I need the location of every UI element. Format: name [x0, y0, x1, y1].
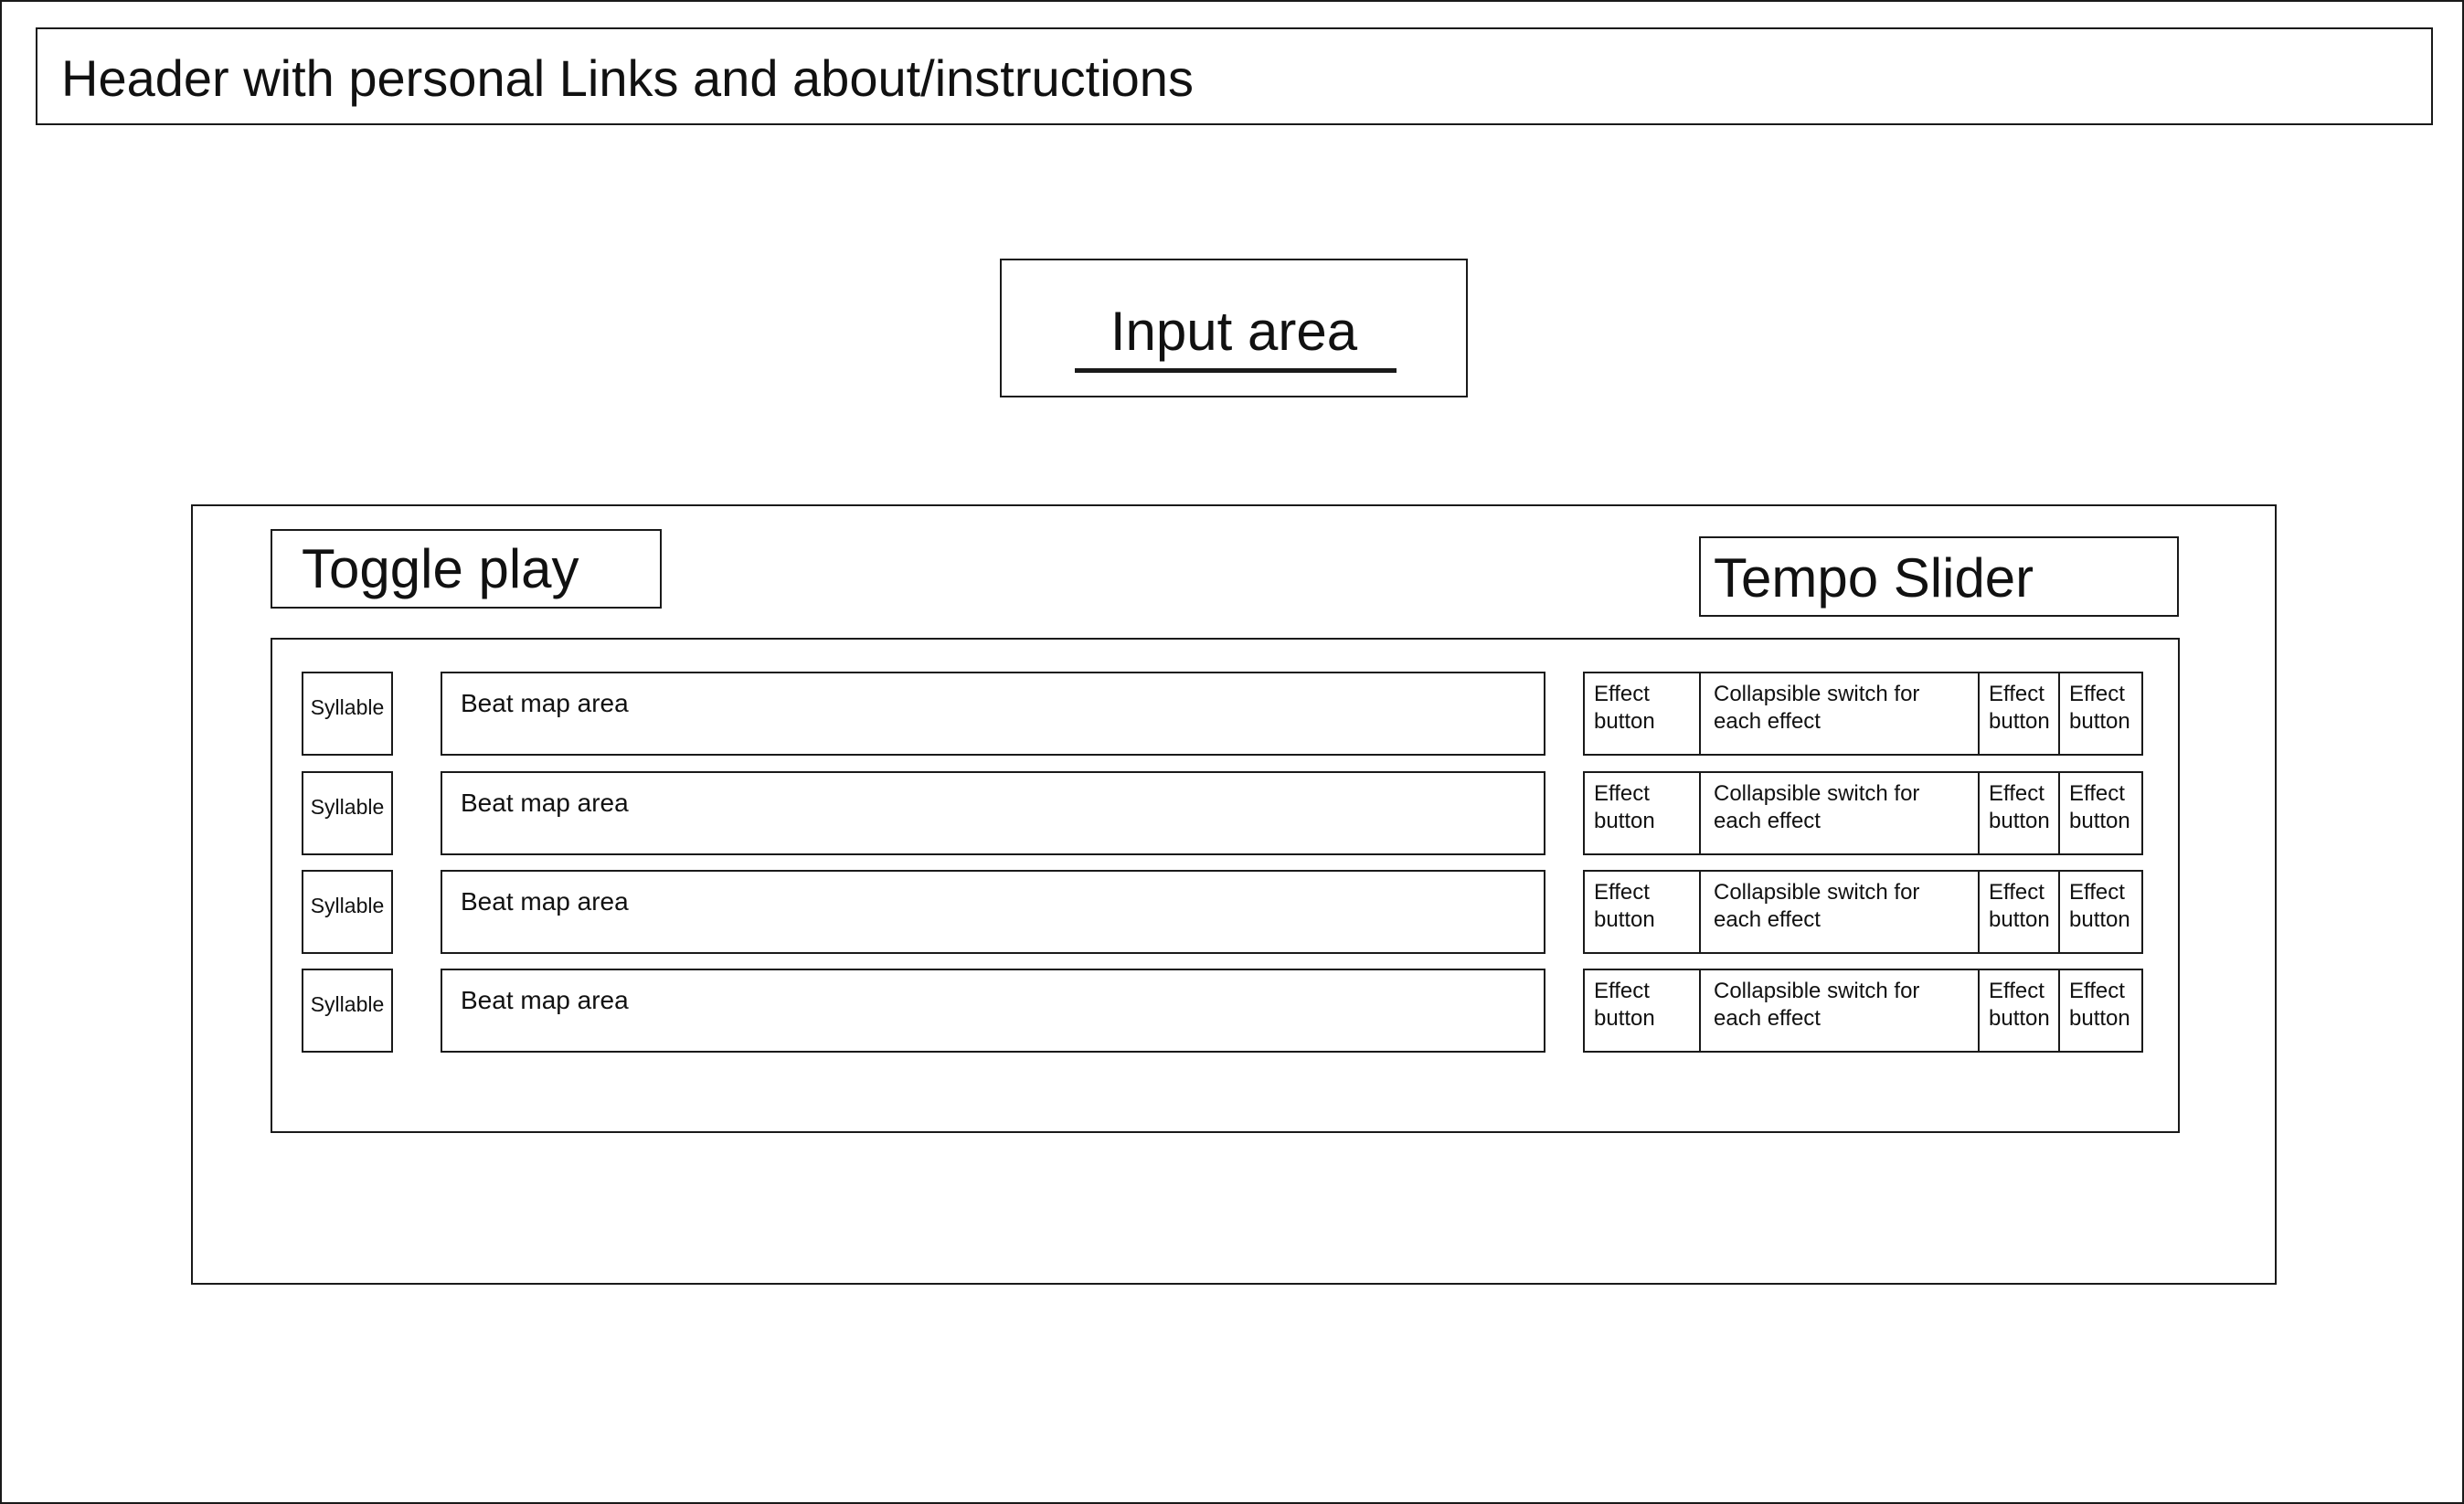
collapsible-switch[interactable]: Collapsible switch for each effect	[1701, 773, 1980, 853]
syllable-label: Syllable	[310, 795, 385, 819]
effect-button[interactable]: Effect button	[1585, 872, 1701, 952]
effect-button-line: button	[2069, 709, 2130, 734]
syllable-box[interactable]: Syllable	[302, 771, 393, 855]
effect-button[interactable]: Effect button	[1585, 673, 1701, 754]
effect-button-line: Effect	[2069, 781, 2125, 806]
effect-button-line: Effect	[2069, 682, 2125, 706]
beat-map-label: Beat map area	[461, 986, 629, 1014]
effect-button-line: button	[1594, 907, 1655, 932]
effect-button[interactable]: Effect button	[1980, 872, 2060, 952]
beat-map-area[interactable]: Beat map area	[441, 870, 1545, 954]
switch-label-line: each effect	[1714, 907, 1821, 932]
beat-map-area[interactable]: Beat map area	[441, 672, 1545, 756]
effect-button[interactable]: Effect button	[2060, 970, 2141, 1051]
syllable-box[interactable]: Syllable	[302, 969, 393, 1053]
beat-map-label: Beat map area	[461, 789, 629, 817]
toggle-play-button[interactable]: Toggle play	[271, 529, 662, 609]
beat-map-label: Beat map area	[461, 689, 629, 717]
effect-button[interactable]: Effect button	[1980, 673, 2060, 754]
effects-group: Effect button Collapsible switch for each …	[1583, 672, 2143, 756]
effect-button[interactable]: Effect button	[2060, 773, 2141, 853]
switch-label-line: Collapsible switch for	[1714, 682, 1920, 706]
tempo-slider-label: Tempo Slider	[1714, 547, 2034, 609]
effects-group: Effect button Collapsible switch for each …	[1583, 969, 2143, 1053]
syllable-label: Syllable	[310, 894, 385, 917]
header: Header with personal Links and about/ins…	[36, 27, 2433, 125]
effect-button-line: Effect	[1989, 781, 2044, 806]
switch-label-line: each effect	[1714, 809, 1821, 833]
effect-button-line: button	[1594, 809, 1655, 833]
wireframe-page: Header with personal Links and about/ins…	[0, 0, 2464, 1504]
effect-button-line: Effect	[1594, 781, 1650, 806]
effect-button[interactable]: Effect button	[1980, 773, 2060, 853]
effect-button-line: button	[1594, 1006, 1655, 1031]
effect-button[interactable]: Effect button	[1980, 970, 2060, 1051]
collapsible-switch[interactable]: Collapsible switch for each effect	[1701, 673, 1980, 754]
beat-map-area[interactable]: Beat map area	[441, 969, 1545, 1053]
switch-label-line: Collapsible switch for	[1714, 880, 1920, 905]
effect-button[interactable]: Effect button	[1585, 773, 1701, 853]
effect-button-line: button	[1989, 1006, 2050, 1031]
syllable-box[interactable]: Syllable	[302, 870, 393, 954]
syllable-box[interactable]: Syllable	[302, 672, 393, 756]
syllable-label: Syllable	[310, 992, 385, 1016]
tempo-slider[interactable]: Tempo Slider	[1699, 536, 2179, 617]
effect-button-line: button	[1989, 809, 2050, 833]
switch-label-line: Collapsible switch for	[1714, 781, 1920, 806]
effect-button-line: Effect	[1989, 979, 2044, 1003]
effect-button-line: button	[2069, 809, 2130, 833]
input-area-label: Input area	[1110, 301, 1358, 362]
switch-label-line: each effect	[1714, 1006, 1821, 1031]
effect-button-line: button	[1989, 709, 2050, 734]
input-underline	[1075, 368, 1397, 373]
effects-group: Effect button Collapsible switch for each …	[1583, 870, 2143, 954]
effect-button-line: Effect	[1989, 880, 2044, 905]
effect-button-line: button	[2069, 907, 2130, 932]
effect-button-line: button	[1989, 907, 2050, 932]
effect-button[interactable]: Effect button	[2060, 673, 2141, 754]
effect-button-line: Effect	[1594, 682, 1650, 706]
header-text: Header with personal Links and about/ins…	[61, 49, 1194, 107]
switch-label-line: each effect	[1714, 709, 1821, 734]
effect-button[interactable]: Effect button	[2060, 872, 2141, 952]
effect-button-line: button	[2069, 1006, 2130, 1031]
effect-button[interactable]: Effect button	[1585, 970, 1701, 1051]
effect-button-line: Effect	[1594, 979, 1650, 1003]
effects-group: Effect button Collapsible switch for each …	[1583, 771, 2143, 855]
switch-label-line: Collapsible switch for	[1714, 979, 1920, 1003]
beat-map-label: Beat map area	[461, 887, 629, 916]
syllable-label: Syllable	[310, 695, 385, 719]
effect-button-line: button	[1594, 709, 1655, 734]
effect-button-line: Effect	[1594, 880, 1650, 905]
effect-button-line: Effect	[2069, 979, 2125, 1003]
collapsible-switch[interactable]: Collapsible switch for each effect	[1701, 872, 1980, 952]
beat-map-area[interactable]: Beat map area	[441, 771, 1545, 855]
toggle-play-label: Toggle play	[302, 538, 579, 599]
collapsible-switch[interactable]: Collapsible switch for each effect	[1701, 970, 1980, 1051]
effect-button-line: Effect	[2069, 880, 2125, 905]
effect-button-line: Effect	[1989, 682, 2044, 706]
input-area[interactable]: Input area	[1000, 259, 1468, 397]
